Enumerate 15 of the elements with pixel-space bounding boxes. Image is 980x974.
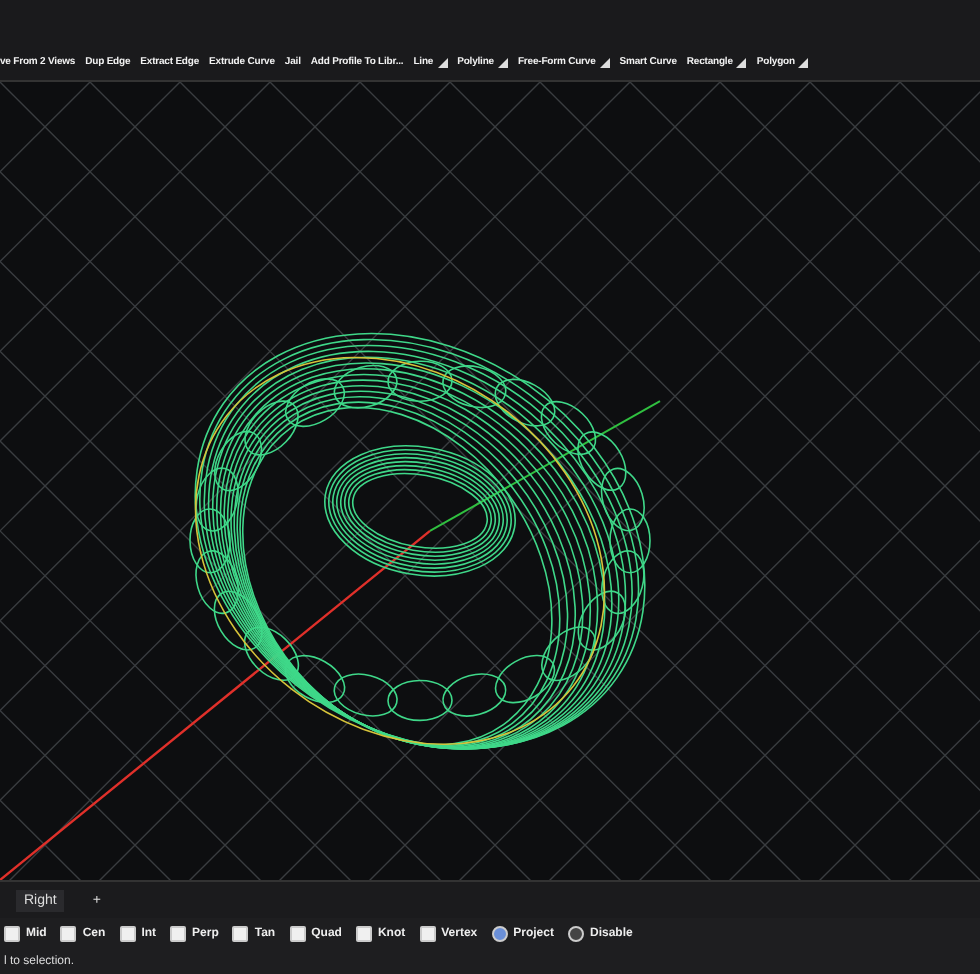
dropdown-triangle-icon[interactable] [798,57,809,67]
checkbox[interactable] [4,926,20,942]
dropdown-triangle-icon[interactable] [599,57,610,67]
checkbox[interactable] [170,926,187,942]
dropdown-triangle-icon[interactable] [437,57,448,67]
radio-button[interactable] [567,926,584,942]
checkbox[interactable] [289,926,306,942]
checkbox[interactable] [119,926,136,942]
dropdown-triangle-icon[interactable] [736,57,747,67]
checkbox[interactable] [355,926,372,942]
checkbox[interactable] [419,926,436,942]
dropdown-triangle-icon[interactable] [497,57,508,67]
checkbox[interactable] [232,926,249,942]
radio-button[interactable] [491,926,508,942]
checkbox[interactable] [60,926,77,942]
